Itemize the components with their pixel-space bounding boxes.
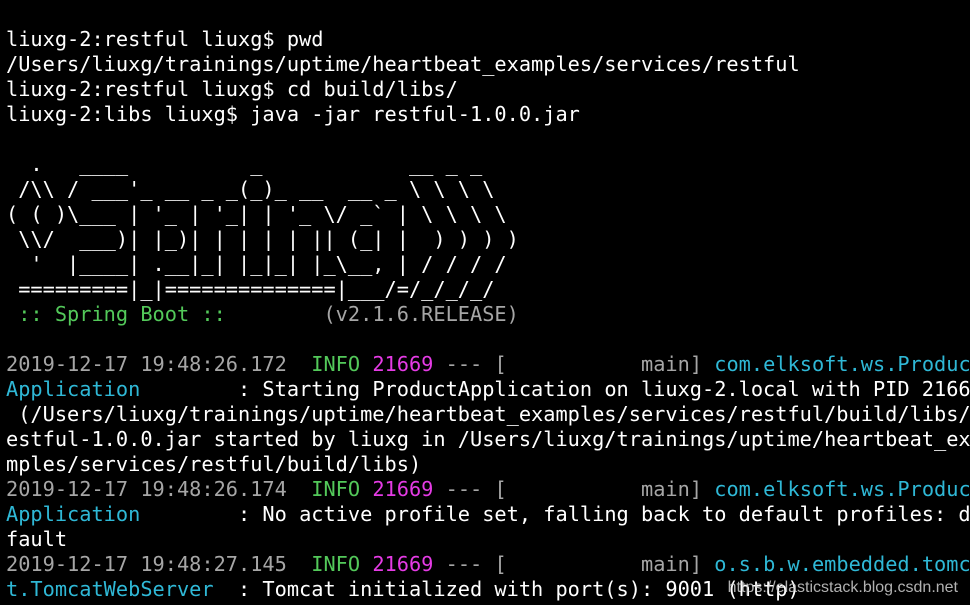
log-pid: 21669 (372, 352, 434, 376)
spring-banner-line: ' |____| .__|_| |_|_| |_\__, | / / / / (6, 252, 507, 276)
log-message: : No active profile set, falling back to… (140, 502, 970, 526)
log-level: INFO (311, 352, 361, 376)
spring-banner-line: \\/ ___)| |_)| | | | | || (_| | ) ) ) ) (6, 227, 519, 251)
command-output: /Users/liuxg/trainings/uptime/heartbeat_… (6, 52, 800, 76)
log-thread: [ main] (494, 552, 703, 576)
command-line: liuxg-2:restful liuxg$ pwd (6, 27, 324, 51)
log-logger: o.s.b.w.embedded.tomca (714, 552, 970, 576)
log-pid: 21669 (372, 477, 434, 501)
log-logger: t.TomcatWebServer (6, 577, 214, 601)
log-separator: --- (445, 552, 483, 576)
spring-banner-line: =========|_|==============|___/=/_/_/_/ (6, 277, 495, 301)
log-separator: --- (445, 477, 483, 501)
command-line: liuxg-2:libs liuxg$ java -jar restful-1.… (6, 102, 580, 126)
spring-boot-label: :: Spring Boot :: (6, 302, 238, 326)
log-logger: com.elksoft.ws.Product (714, 352, 970, 376)
log-logger: com.elksoft.ws.Product (714, 477, 970, 501)
spring-boot-version-line: :: Spring Boot :: (v2.1.6.RELEASE) (0, 302, 970, 327)
log-logger: Application (6, 377, 141, 401)
log-pid: 21669 (372, 552, 434, 576)
spring-banner-line: ( ( )\___ | '_ | '_| | '_ \/ _` | \ \ \ … (6, 202, 507, 226)
log-timestamp: 2019-12-17 19:48:26.174 (6, 477, 287, 501)
log-message: : Starting ProductApplication on liuxg-2… (140, 377, 970, 401)
log-level: INFO (311, 552, 361, 576)
command-line: liuxg-2:restful liuxg$ cd build/libs/ (6, 77, 458, 101)
log-separator: --- (445, 352, 483, 376)
log-message-continuation: fault (6, 527, 68, 551)
log-logger: Application (6, 502, 141, 526)
log-line: 2019-12-17 19:48:26.172 INFO 21669 --- [… (0, 352, 970, 377)
log-message: : Tomcat initialized with port(s): 9001 … (213, 577, 800, 601)
log-line: Application : Starting ProductApplicatio… (0, 377, 970, 402)
log-thread: [ main] (494, 352, 703, 376)
log-level: INFO (311, 477, 361, 501)
spring-banner-line: /\\ / ___'_ __ _ _(_)_ __ __ _ \ \ \ \ (6, 177, 495, 201)
log-timestamp: 2019-12-17 19:48:26.172 (6, 352, 287, 376)
log-timestamp: 2019-12-17 19:48:27.145 (6, 552, 287, 576)
log-message-continuation: mples/services/restful/build/libs) (6, 452, 422, 476)
log-line: Application : No active profile set, fal… (0, 502, 970, 527)
log-message-continuation: (/Users/liuxg/trainings/uptime/heartbeat… (6, 402, 970, 426)
terminal-window[interactable]: liuxg-2:restful liuxg$ pwd /Users/liuxg/… (0, 0, 970, 605)
spring-boot-version: (v2.1.6.RELEASE) (238, 302, 519, 326)
log-message-continuation: estful-1.0.0.jar started by liuxg in /Us… (6, 427, 970, 451)
spring-banner-line: . ____ _ __ _ _ (6, 152, 483, 176)
log-line: 2019-12-17 19:48:27.145 INFO 21669 --- [… (0, 552, 970, 577)
watermark: https://elasticstack.blog.csdn.net (727, 579, 958, 596)
log-thread: [ main] (494, 477, 703, 501)
log-line: 2019-12-17 19:48:26.174 INFO 21669 --- [… (0, 477, 970, 502)
